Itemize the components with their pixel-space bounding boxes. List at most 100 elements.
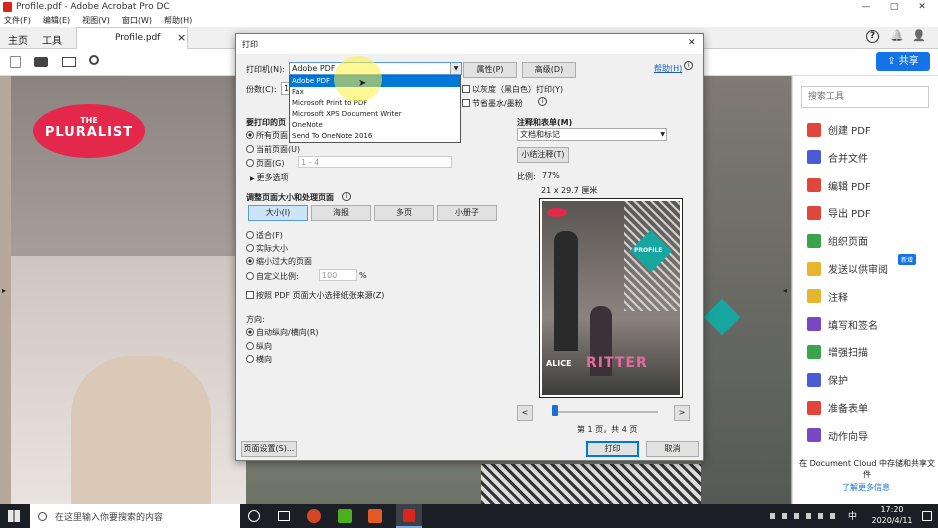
clock-time[interactable]: 17:20	[872, 505, 912, 514]
ime-indicator[interactable]: 中	[848, 509, 857, 522]
tab-document[interactable]: Profile.pdf ×	[76, 27, 188, 49]
printer-option[interactable]: Microsoft Print to PDF	[290, 98, 460, 109]
printer-option[interactable]: Microsoft XPS Document Writer	[290, 109, 460, 120]
tool-item[interactable]: 导出 PDF	[807, 205, 871, 220]
help-icon[interactable]: ?	[866, 30, 879, 43]
menu-view[interactable]: 视图(V)	[82, 15, 110, 26]
radio-actual-size[interactable]: 实际大小	[246, 243, 288, 254]
radio-portrait[interactable]: 纵向	[246, 341, 272, 352]
tool-item[interactable]: 保护	[807, 372, 848, 387]
dialog-close-button[interactable]: ✕	[688, 38, 696, 48]
radio-custom-scale[interactable]: 自定义比例:	[246, 271, 299, 282]
tool-item[interactable]: 编辑 PDF	[807, 178, 871, 193]
radio-auto-orient[interactable]: 自动纵向/横向(R)	[246, 327, 319, 338]
menu-help[interactable]: 帮助(H)	[164, 15, 192, 26]
tool-item[interactable]: 填写和签名	[807, 317, 878, 332]
menu-file[interactable]: 文件(F)	[4, 15, 31, 26]
taskbar-search-box[interactable]: 在这里输入你要搜索的内容	[30, 504, 240, 528]
tab-tools[interactable]: 工具	[42, 32, 62, 47]
size-info-icon[interactable]: i	[342, 192, 351, 201]
tool-label: 注释	[828, 292, 848, 304]
paper-size: 21 x 29.7 厘米	[541, 186, 598, 195]
print-button[interactable]: 打印	[586, 441, 639, 457]
tool-item[interactable]: 动作向导	[807, 428, 868, 443]
bell-icon[interactable]: 🔔	[890, 29, 904, 42]
help-info-icon[interactable]: i	[684, 61, 693, 70]
current-page-label: 当前页面(U)	[256, 145, 301, 154]
camtasia-orange-icon[interactable]	[368, 509, 382, 523]
radio-shrink[interactable]: 缩小过大的页面	[246, 256, 312, 267]
pages-range-input[interactable]: 1 - 4	[298, 156, 452, 168]
windows-start-icon[interactable]	[8, 510, 20, 522]
custom-scale-input[interactable]: 100	[319, 269, 357, 281]
radio-landscape-dot	[246, 355, 254, 363]
booklet-button[interactable]: 小册子	[437, 205, 497, 221]
save-icon[interactable]	[10, 56, 21, 68]
printer-option[interactable]: Send To OneNote 2016	[290, 131, 460, 142]
save-ink-checkbox[interactable]: 节省墨水/墨粉	[462, 98, 523, 109]
clock-date[interactable]: 2020/4/11	[862, 516, 922, 525]
tool-icon	[807, 344, 821, 359]
menu-window[interactable]: 窗口(W)	[122, 15, 152, 26]
paper-source-check	[246, 291, 254, 299]
printer-option[interactable]: OneNote	[290, 120, 460, 131]
cancel-button[interactable]: 取消	[646, 441, 699, 457]
close-button[interactable]: ✕	[908, 0, 936, 14]
multiple-button[interactable]: 多页	[374, 205, 434, 221]
tool-item[interactable]: 注释	[807, 289, 848, 304]
page-setup-button[interactable]: 页面设置(S)...	[241, 441, 297, 457]
maximize-button[interactable]: ▢	[880, 0, 908, 14]
paper-source-checkbox[interactable]: 按照 PDF 页面大小选择纸张来源(Z)	[246, 290, 384, 301]
notification-icon[interactable]	[922, 511, 932, 521]
task-view-icon[interactable]	[278, 511, 290, 521]
radio-current-page[interactable]: 当前页面(U)	[246, 144, 300, 155]
print-icon[interactable]	[34, 57, 48, 67]
email-icon[interactable]	[62, 57, 76, 67]
advanced-button[interactable]: 高级(D)	[522, 62, 576, 78]
radio-fit[interactable]: 适合(F)	[246, 230, 283, 241]
radio-pages[interactable]: 页面(G)	[246, 158, 284, 169]
learn-more-link[interactable]: 了解更多信息	[793, 482, 938, 493]
grayscale-checkbox[interactable]: 以灰度（黑白色）打印(Y)	[462, 84, 563, 95]
taskbar-search-text: 在这里输入你要搜索的内容	[55, 512, 164, 523]
right-pane-toggle-icon[interactable]: ◂	[783, 286, 787, 295]
tools-pane: ◂ 创建 PDF 合并文件编辑 PDF 导出 PDF 组织页面发送以供审阅注释填写和签…	[783, 76, 938, 504]
tool-item[interactable]: 合并文件	[807, 150, 868, 165]
next-page-button[interactable]: >	[674, 405, 690, 421]
more-options-toggle[interactable]: ▶ 更多选项	[250, 172, 289, 183]
cloud-text: 在 Document Cloud 中存储和共享文件	[799, 459, 935, 479]
help-link[interactable]: 帮助(H)	[654, 63, 682, 74]
powerpoint-icon[interactable]	[307, 509, 321, 523]
menu-edit[interactable]: 编辑(E)	[43, 15, 70, 26]
pages-label: 页面(G)	[256, 159, 285, 168]
size-button[interactable]: 大小(I)	[248, 205, 308, 221]
radio-custom-scale-dot	[246, 272, 254, 280]
user-icon[interactable]: 👤	[912, 29, 926, 42]
left-pane-toggle-icon[interactable]: ▸	[2, 286, 6, 295]
tool-item[interactable]: 创建 PDF	[807, 122, 871, 137]
tool-item[interactable]: 增强扫描	[807, 344, 868, 359]
tab-home[interactable]: 主页	[8, 32, 28, 47]
page-slider-track[interactable]	[554, 411, 658, 413]
tool-item[interactable]: 发送以供审阅	[807, 261, 888, 276]
minimize-button[interactable]: —	[852, 0, 880, 14]
comments-select[interactable]: 文档和标记 ▼	[517, 128, 667, 141]
search-icon[interactable]	[89, 55, 99, 65]
summarize-button[interactable]: 小结注释(T)	[517, 147, 569, 163]
tools-search-input[interactable]	[801, 86, 929, 108]
radio-landscape[interactable]: 横向	[246, 354, 272, 365]
page-slider-thumb[interactable]	[552, 405, 558, 416]
cortana-icon[interactable]	[248, 510, 260, 522]
tool-icon	[807, 122, 821, 137]
radio-all-pages[interactable]: 所有页面	[246, 130, 288, 141]
save-ink-info-icon[interactable]: i	[538, 97, 547, 106]
scale-label: 比例:	[517, 172, 536, 181]
prev-page-button[interactable]: <	[517, 405, 533, 421]
share-button[interactable]: ⇪ 共享	[876, 52, 930, 71]
tool-item[interactable]: 组织页面	[807, 233, 868, 248]
poster-button[interactable]: 海报	[311, 205, 371, 221]
tab-close-icon[interactable]: ×	[177, 31, 186, 44]
tool-item[interactable]: 准备表单	[807, 400, 868, 415]
properties-button[interactable]: 属性(P)	[463, 62, 517, 78]
camtasia-green-icon[interactable]	[338, 509, 352, 523]
